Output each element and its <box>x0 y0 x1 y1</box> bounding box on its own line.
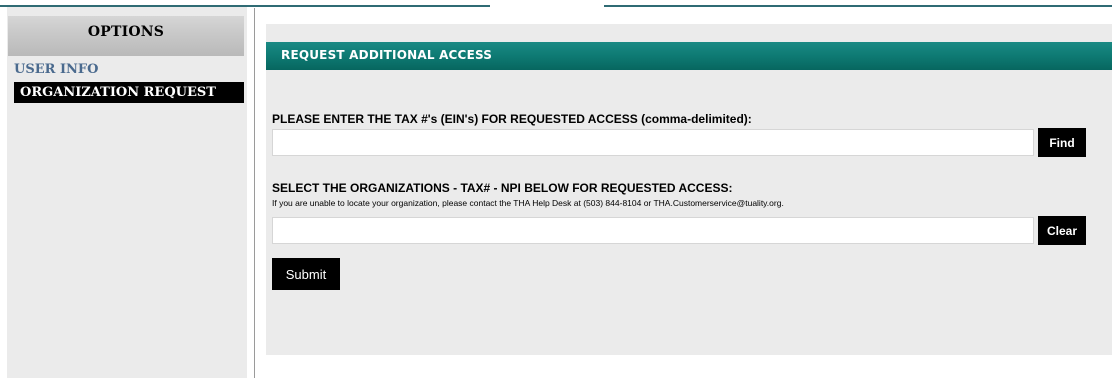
sidebar-item-user-info[interactable]: USER INFO <box>14 62 98 77</box>
top-rule-right <box>604 5 1112 7</box>
sidebar-item-organization-request[interactable]: ORGANIZATION REQUEST <box>14 82 244 103</box>
help-desk-note: If you are unable to locate your organiz… <box>272 198 784 208</box>
tax-number-input[interactable] <box>272 129 1034 156</box>
clear-button[interactable]: Clear <box>1038 216 1086 245</box>
organizations-input[interactable] <box>272 217 1034 244</box>
submit-button[interactable]: Submit <box>272 258 340 290</box>
panel-title: REQUEST ADDITIONAL ACCESS <box>266 42 1112 70</box>
content-divider <box>254 8 255 378</box>
tax-number-label: PLEASE ENTER THE TAX #'s (EIN's) FOR REQ… <box>272 112 752 126</box>
sidebar-header: OPTIONS <box>8 16 244 56</box>
organizations-label: SELECT THE ORGANIZATIONS - TAX# - NPI BE… <box>272 181 733 195</box>
find-button[interactable]: Find <box>1038 128 1086 157</box>
